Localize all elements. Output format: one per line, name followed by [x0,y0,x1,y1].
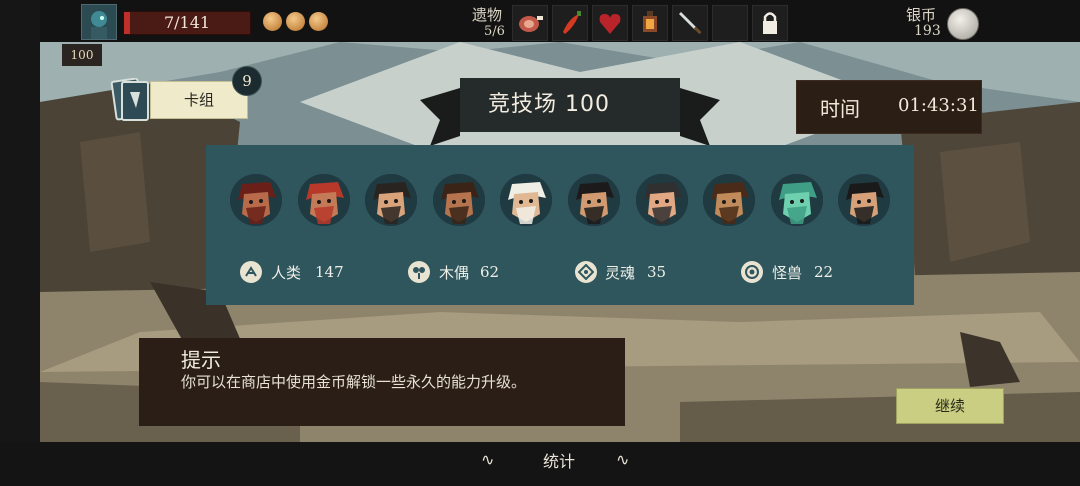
heart-relic-icon [599,14,621,34]
relic-slot-sword[interactable] [672,5,708,41]
opponent-avatar-7[interactable] [635,174,688,226]
stats-tab-button[interactable]: 统计 [543,448,575,472]
meat-relic-icon [519,16,543,32]
deck-count-badge: 9 [232,66,262,96]
opponent-avatar-1[interactable] [230,174,282,226]
stat-value-puppet: 62 [480,263,500,281]
relic-slot-locked[interactable] [752,5,788,41]
silver-label: 银币 [906,6,937,24]
right-swirl-ornament-icon: ∿ [616,450,630,469]
opponent-avatar-5[interactable] [500,174,553,226]
stat-value-beast: 22 [814,263,834,281]
beast-icon [741,261,763,283]
long-hair-pirate-avatar [568,174,620,226]
silver-coin-icon [947,8,979,40]
soul-icon [575,261,597,283]
relic-slot-heart[interactable] [592,5,628,41]
deck-cards-icon[interactable] [110,78,152,122]
opponent-avatar-10[interactable] [838,174,891,226]
health-bar: 7/141 [123,11,251,35]
left-edge [0,0,40,486]
lock-icon [763,12,777,34]
timer-label: 时间 [820,97,860,121]
opponent-avatar-4[interactable] [432,174,485,226]
opponent-avatar-3[interactable] [365,174,418,226]
opponent-avatar-2[interactable] [297,174,350,226]
health-text: 7/141 [163,13,211,32]
hat-pirate-avatar [432,174,485,226]
continue-button[interactable]: 继续 [896,388,1004,424]
player-portrait-icon [91,11,107,39]
floor-indicator: 100 [62,44,102,66]
red-eyepatch-pirate-avatar [230,174,282,226]
timer-value: 01:43:31 [898,95,979,116]
left-swirl-ornament-icon: ∿ [481,450,495,469]
relic-slot-lantern[interactable] [632,5,668,41]
opponent-avatar-8[interactable] [703,174,756,226]
player-portrait[interactable] [81,4,117,40]
red-hair-captain-avatar [297,174,350,226]
tricorn-captain-avatar [635,174,688,226]
arena-title: 竞技场 100 [488,92,610,117]
stat-label-soul: 灵魂 [605,264,636,282]
hint-text: 你可以在商店中使用金币解锁一些永久的能力升级。 [181,373,527,391]
chili-relic-icon [563,11,581,34]
relics-label: 遗物 [472,6,503,24]
scarf-rogue-avatar [838,174,891,226]
ghost-avatar [770,174,823,226]
stat-label-puppet: 木偶 [439,264,470,282]
puppet-icon [408,261,430,283]
bearded-viking-avatar [365,174,418,226]
bottom-bar [0,442,1080,486]
gold-orb-icon [309,12,328,31]
sword-relic-icon [679,12,702,35]
gold-orb-icon [286,12,305,31]
silver-count: 193 [914,23,941,39]
stat-value-human: 147 [315,263,344,281]
opponent-avatar-6[interactable] [568,174,620,226]
opponent-avatar-9[interactable] [770,174,823,226]
human-icon [240,261,262,283]
relic-slot-chili[interactable] [552,5,588,41]
relic-slot-meat[interactable] [512,5,548,41]
gold-orb-icon [263,12,282,31]
lantern-relic-icon [643,11,657,32]
hint-title: 提示 [181,348,221,372]
relics-count: 5/6 [484,24,505,39]
bearded-brute-avatar [703,174,756,226]
stat-label-beast: 怪兽 [772,264,803,282]
relic-slot-empty[interactable] [712,5,748,41]
horned-viking-avatar [500,174,553,226]
stat-value-soul: 35 [647,263,667,281]
stat-label-human: 人类 [271,264,302,282]
